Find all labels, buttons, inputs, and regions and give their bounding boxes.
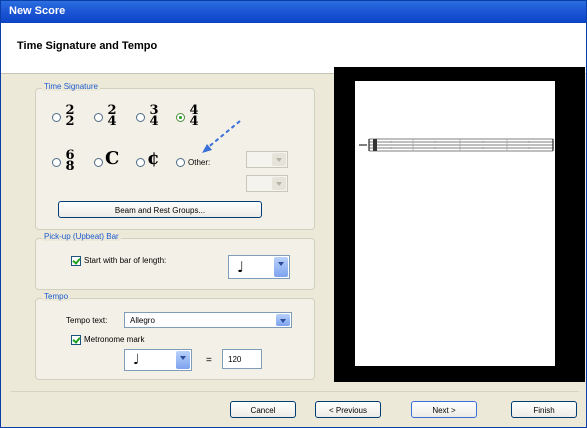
cancel-button[interactable]: Cancel [230, 401, 296, 418]
tempo-group: Tempo Tempo text: Allegro Metronome mark… [35, 292, 315, 380]
radio-other[interactable] [176, 158, 185, 167]
title-bar: New Score [1, 1, 586, 23]
metronome-label: Metronome mark [84, 335, 145, 344]
chevron-down-icon [272, 153, 286, 166]
pickup-length-select[interactable]: ♩ [228, 255, 290, 279]
pickup-checkbox[interactable] [71, 256, 81, 266]
other-top-select[interactable] [246, 151, 288, 168]
time-sig-2-2: 22 [65, 103, 75, 129]
page-title: Time Signature and Tempo [17, 40, 158, 52]
tempo-text-value: Allegro [130, 316, 155, 325]
metronome-checkbox[interactable] [71, 335, 81, 345]
time-sig-3-4: 34 [149, 103, 159, 129]
radio-4-4[interactable] [176, 113, 185, 122]
chevron-down-icon [272, 177, 286, 190]
equals-sign: = [206, 355, 212, 366]
time-signature-group: Time Signature 22 24 34 44 68 C ¢ Other:… [35, 82, 315, 230]
footer-divider [11, 391, 579, 392]
other-bottom-select[interactable] [246, 175, 288, 192]
other-label: Other: [188, 158, 211, 167]
tempo-legend: Tempo [42, 292, 71, 301]
staff-preview [359, 138, 554, 152]
pickup-label: Start with bar of length: [84, 256, 167, 265]
bpm-input[interactable]: 120 [222, 349, 262, 369]
new-score-dialog: New Score Time Signature and Tempo Time … [0, 0, 587, 428]
chevron-down-icon [274, 257, 288, 277]
time-signature-legend: Time Signature [42, 82, 100, 91]
window-title: New Score [9, 5, 66, 17]
score-preview [334, 67, 585, 382]
radio-6-8[interactable] [52, 158, 61, 167]
cut-time-glyph: ¢ [147, 148, 160, 169]
time-sig-2-4: 24 [107, 103, 117, 129]
radio-2-4[interactable] [94, 113, 103, 122]
pickup-legend: Pick-up (Upbeat) Bar [42, 232, 121, 241]
pickup-group: Pick-up (Upbeat) Bar Start with bar of l… [35, 232, 315, 290]
metronome-note-select[interactable]: ♩ [124, 349, 192, 371]
time-sig-6-8: 68 [65, 148, 75, 174]
next-button[interactable]: Next > [411, 401, 477, 418]
pointer-arrow-icon [202, 120, 241, 153]
chevron-down-icon [176, 351, 190, 369]
tempo-text-label: Tempo text: [66, 316, 108, 325]
radio-common-time[interactable] [94, 158, 103, 167]
radio-3-4[interactable] [136, 113, 145, 122]
finish-button[interactable]: Finish [511, 401, 577, 418]
radio-2-2[interactable] [52, 113, 61, 122]
common-time-glyph: C [105, 148, 120, 169]
previous-button[interactable]: < Previous [315, 401, 381, 418]
tempo-text-select[interactable]: Allegro [124, 312, 292, 328]
quarter-note-icon: ♩ [237, 258, 245, 276]
preview-page [355, 81, 555, 366]
quarter-note-icon: ♩ [133, 352, 140, 368]
beam-rest-groups-button[interactable]: Beam and Rest Groups... [58, 201, 262, 218]
radio-cut-time[interactable] [136, 158, 145, 167]
chevron-down-icon [276, 314, 290, 326]
